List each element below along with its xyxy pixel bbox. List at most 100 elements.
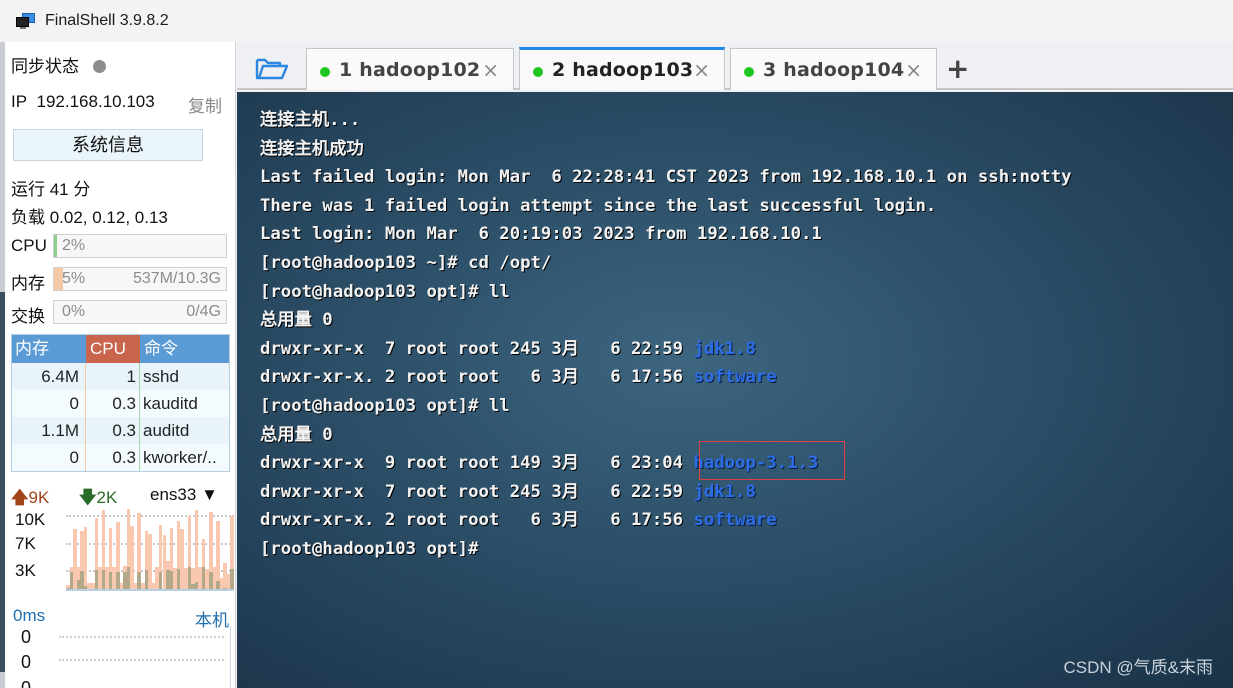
process-row[interactable]: 1.1M 0.3 auditd (12, 417, 229, 444)
download-bar (108, 572, 113, 589)
process-memory: 0 (12, 390, 86, 417)
swap-label: 交换 (11, 307, 45, 326)
cpu-meter: 2% (53, 234, 227, 258)
uptime: 运行 41 分 (11, 180, 91, 199)
sync-status-dot-icon (93, 60, 106, 73)
download-bar (101, 570, 106, 589)
terminal-line: [root@hadoop103 opt]# (260, 535, 1072, 564)
copy-ip-button[interactable]: 复制 (188, 92, 222, 117)
terminal-line-text: [root@hadoop103 ~]# cd /opt/ (260, 252, 552, 273)
download-bar (176, 569, 181, 589)
terminal-line-text: [root@hadoop103 opt]# (260, 538, 479, 559)
process-memory: 6.4M (12, 363, 86, 390)
terminal-line-text: 总用量 0 (260, 424, 333, 445)
terminal-line: 总用量 0 (260, 306, 1072, 335)
process-command: sshd (143, 367, 179, 386)
finalshell-window: FinalShell 3.9.8.2 同步状态 IP 192.168.10.10… (0, 0, 1233, 688)
terminal-line-text: drwxr-xr-x 9 root root 149 3月 6 23:04 (260, 453, 694, 474)
terminal-line-text: 总用量 0 (260, 310, 333, 331)
download-bar (158, 572, 163, 589)
download-bar (230, 569, 234, 589)
add-tab-button[interactable]: + (946, 52, 969, 85)
memory-percent: 5% (62, 270, 86, 287)
ping-y-label: 0 (21, 678, 32, 688)
download-bar (223, 587, 227, 589)
close-icon[interactable]: × (482, 58, 499, 82)
grid-line (59, 659, 224, 661)
sync-status: 同步状态 (11, 52, 106, 77)
download-bar (83, 586, 88, 589)
column-header-cpu[interactable]: CPU (86, 335, 140, 363)
terminal-line-text: There was 1 failed login attempt since t… (260, 195, 937, 216)
download-value: 2K (96, 488, 118, 507)
swap-detail: 0/4G (186, 303, 221, 320)
process-cpu: 0.3 (86, 444, 140, 471)
ping-chart: 0 0 0 (11, 626, 231, 688)
download-bar (194, 581, 199, 589)
download-bar (126, 567, 131, 589)
terminal-line-text: 连接主机成功 (260, 138, 364, 159)
terminal-line: [root@hadoop103 ~]# cd /opt/ (260, 249, 1072, 278)
download-bar (169, 570, 174, 589)
close-icon[interactable]: × (693, 58, 710, 82)
process-memory: 0 (12, 444, 86, 471)
process-row[interactable]: 0 0.3 kworker/.. (12, 444, 229, 471)
terminal-line: 连接主机... (260, 106, 1072, 135)
process-command: auditd (143, 421, 190, 440)
terminal[interactable]: 连接主机... 连接主机成功 Last failed login: Mon Mar … (237, 92, 1233, 688)
ping-y-label: 0 (21, 627, 32, 647)
column-header-command[interactable]: 命令 (140, 335, 229, 363)
connection-status-dot-icon (744, 66, 754, 77)
terminal-output: 连接主机... 连接主机成功 Last failed login: Mon Mar … (260, 106, 1072, 564)
download-bar (116, 572, 120, 589)
net-y-label: 3K (15, 561, 36, 580)
tab-label: 3 hadoop104 (763, 58, 905, 81)
highlight-annotation-box (699, 441, 845, 480)
process-table: 内存 CPU 命令 6.4M 1 sshd 0 0.3 kauditd 1.1M… (11, 334, 230, 472)
tab-hadoop104[interactable]: 3 hadoop104 × (730, 48, 937, 90)
net-y-label: 7K (15, 534, 36, 553)
folder-icon[interactable] (255, 56, 289, 82)
process-cpu: 0.3 (86, 390, 140, 417)
terminal-line-text: [root@hadoop103 opt]# ll (260, 395, 510, 416)
sidebar: 同步状态 IP 192.168.10.103 复制 系统信息 运行 41 分 负… (5, 42, 236, 688)
system-info-button[interactable]: 系统信息 (13, 129, 203, 161)
tab-label: 2 hadoop103 (552, 59, 694, 81)
terminal-line-text: drwxr-xr-x 7 root root 245 3月 6 22:59 (260, 338, 694, 359)
process-row[interactable]: 6.4M 1 sshd (12, 363, 229, 390)
tab-bar: 1 hadoop102 × 2 hadoop103 × 3 hadoop104 … (237, 42, 1233, 90)
process-cpu: 1 (86, 363, 140, 390)
upload-bar (148, 533, 152, 589)
upload-bar (130, 526, 134, 589)
tab-hadoop103[interactable]: 2 hadoop103 × (519, 47, 725, 90)
interface-dropdown[interactable]: ens33 ▼ (150, 485, 218, 505)
grid-line (59, 636, 224, 638)
close-icon[interactable]: × (905, 58, 922, 82)
terminal-line: [root@hadoop103 opt]# ll (260, 278, 1072, 307)
terminal-line: drwxr-xr-x. 2 root root 6 3月 6 17:56 sof… (260, 363, 1072, 392)
watermark: CSDN @气质&末雨 (1063, 658, 1214, 677)
network-stats: 🡅9K 🡇2K ens33 ▼ (11, 485, 231, 507)
column-header-memory[interactable]: 内存 (12, 335, 86, 363)
process-command: kworker/.. (143, 448, 217, 467)
process-row[interactable]: 0 0.3 kauditd (12, 390, 229, 417)
directory-entry: jdk1.8 (693, 338, 756, 359)
network-chart: 10K 7K 3K (11, 509, 234, 594)
download-bar (208, 572, 213, 589)
connection-status-dot-icon (533, 67, 543, 77)
terminal-line: There was 1 failed login attempt since t… (260, 192, 1072, 221)
memory-label: 内存 (11, 274, 45, 293)
directory-entry: software (693, 510, 777, 531)
directory-entry: jdk1.8 (693, 481, 756, 502)
terminal-line: Last failed login: Mon Mar 6 22:28:41 CS… (260, 163, 1072, 192)
sync-status-label: 同步状态 (11, 57, 79, 76)
download-bar (201, 567, 206, 589)
tab-hadoop102[interactable]: 1 hadoop102 × (306, 48, 514, 90)
download-bar (94, 570, 99, 589)
terminal-line: drwxr-xr-x 9 root root 149 3月 6 23:04 ha… (260, 449, 1072, 478)
memory-meter: 5% 537M/10.3G (53, 267, 227, 291)
terminal-line: Last login: Mon Mar 6 20:19:03 2023 from… (260, 220, 1072, 249)
terminal-line-text: Last login: Mon Mar 6 20:19:03 2023 from… (260, 224, 822, 245)
terminal-line-text: 连接主机... (260, 110, 361, 130)
cpu-meter-fill (54, 235, 58, 257)
